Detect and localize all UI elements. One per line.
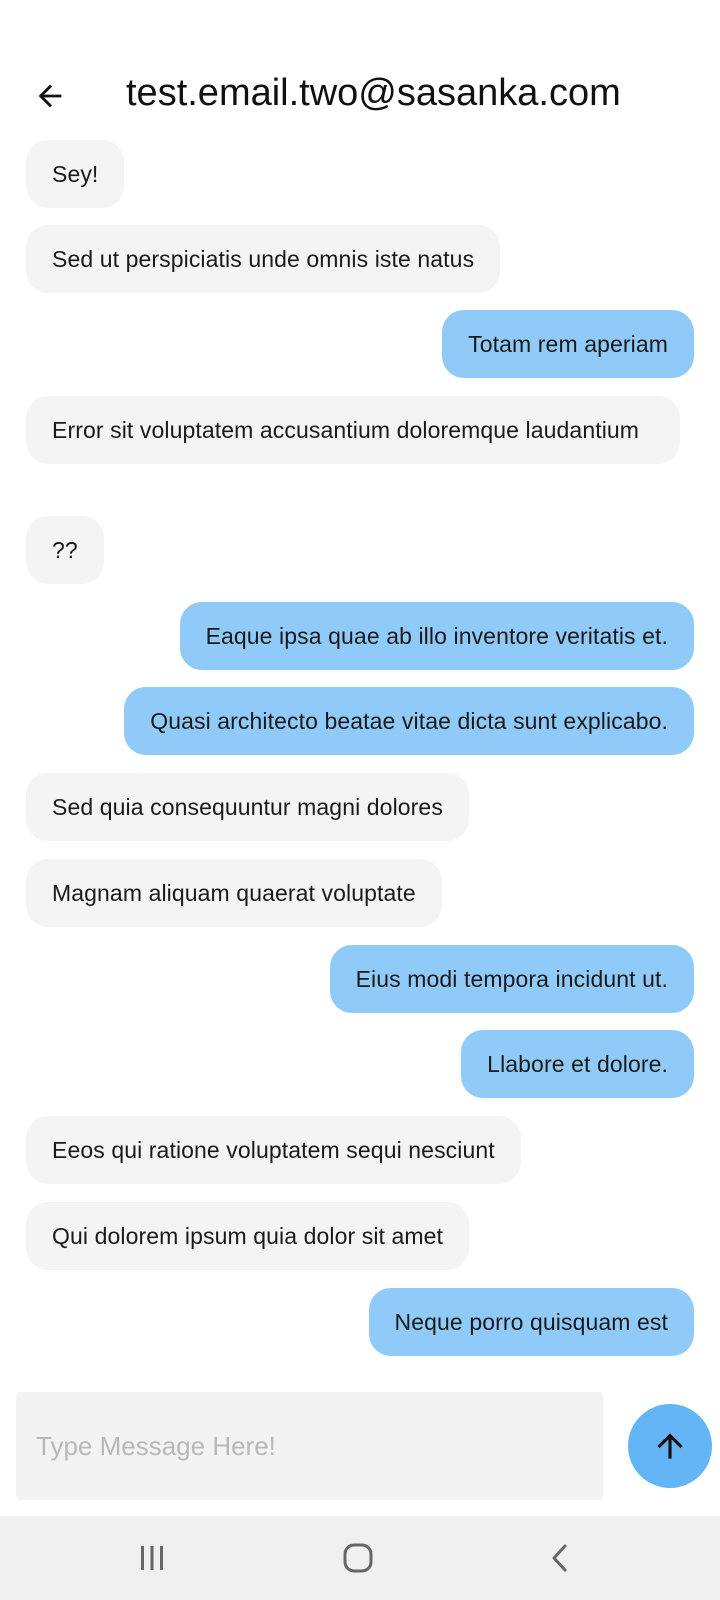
message-composer	[16, 1392, 603, 1500]
message-bubble-outgoing: Neque porro quisquam est	[368, 1288, 694, 1356]
app-bar: test.email.two@sasanka.com	[0, 0, 720, 140]
message-bubble-incoming: Sed ut perspiciatis unde omnis iste natu…	[26, 225, 501, 293]
message-bubble-incoming: Eeos qui ratione voluptatem sequi nesciu…	[26, 1116, 521, 1184]
system-nav-bar	[0, 1516, 720, 1600]
message-input[interactable]	[16, 1392, 603, 1500]
back-chevron-icon	[552, 1544, 567, 1572]
message-list[interactable]: Sey! Sed ut perspiciatis unde omnis iste…	[0, 140, 720, 1376]
home-button[interactable]	[298, 1516, 418, 1600]
message-bubble-incoming: Sed quia consequuntur magni dolores	[26, 773, 469, 841]
message-bubble-incoming: Sey!	[26, 140, 125, 208]
message-bubble-outgoing: Totam rem aperiam	[442, 310, 694, 378]
arrow-up-icon	[657, 1433, 683, 1459]
chat-title: test.email.two@sasanka.com	[126, 72, 621, 114]
home-icon	[343, 1543, 373, 1573]
message-bubble-outgoing: Eaque ipsa quae ab illo inventore verita…	[179, 602, 694, 670]
message-bubble-incoming: Qui dolorem ipsum quia dolor sit amet	[26, 1202, 470, 1270]
recents-button[interactable]	[92, 1516, 212, 1600]
message-bubble-outgoing: Eius modi tempora incidunt ut.	[329, 945, 694, 1013]
recents-icon	[141, 1546, 163, 1570]
message-bubble-incoming: ??	[26, 516, 104, 584]
back-button[interactable]	[24, 70, 76, 122]
message-bubble-outgoing: Quasi architecto beatae vitae dicta sunt…	[124, 687, 694, 755]
arrow-left-icon	[38, 84, 62, 108]
message-bubble-outgoing: Llabore et dolore.	[461, 1030, 694, 1098]
message-bubble-incoming: Error sit voluptatem accusantium dolorem…	[26, 396, 680, 464]
message-bubble-incoming: Magnam aliquam quaerat voluptate	[26, 859, 442, 927]
send-button[interactable]	[628, 1404, 712, 1488]
nav-back-button[interactable]	[500, 1516, 620, 1600]
